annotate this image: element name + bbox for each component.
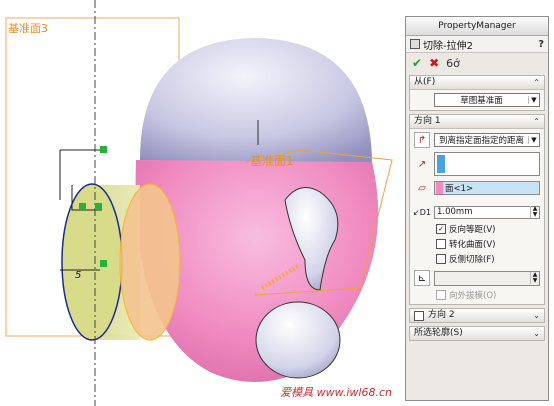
preview-ellipse bbox=[119, 183, 181, 341]
end-condition-select[interactable]: 到离指定面指定的距离 ▼ bbox=[434, 133, 540, 147]
direction2-group: 方向 2 ⌄ bbox=[409, 308, 545, 323]
direction-selection-box[interactable] bbox=[434, 152, 540, 176]
direction1-group-header[interactable]: 方向 1 ⌃ bbox=[410, 115, 544, 129]
expand-chevron-icon[interactable]: ⌄ bbox=[533, 309, 540, 322]
preview-icon[interactable]: 6ớ bbox=[446, 57, 460, 70]
start-condition-select[interactable]: 草图基准面 ▼ bbox=[434, 93, 540, 107]
property-manager-title: PropertyManager bbox=[406, 17, 548, 36]
checkbox-box[interactable] bbox=[436, 239, 446, 249]
feature-header: 切除-拉伸2 ? bbox=[406, 36, 548, 53]
checkbox-box[interactable] bbox=[436, 254, 446, 264]
constraint-marker bbox=[100, 146, 107, 153]
checkbox-draft-outward: 向外拔模(O) bbox=[414, 289, 540, 301]
cancel-icon[interactable]: ✖ bbox=[429, 56, 439, 70]
checkbox-translate-surface[interactable]: 转化曲面(V) bbox=[414, 238, 540, 250]
direction-vector-icon: ↗ bbox=[417, 158, 427, 170]
checkbox-reverse-offset[interactable]: ✓ 反向等距(V) bbox=[414, 223, 540, 235]
from-group-header[interactable]: 从(F) ⌃ bbox=[410, 76, 544, 90]
model-render bbox=[5, 0, 393, 406]
plane1-label: 基准面1 bbox=[250, 154, 294, 168]
graphics-viewport[interactable]: 基准面3 基准面1 5 爱模具 www.iwl68.cn bbox=[0, 0, 405, 406]
watermark: 爱模具 www.iwl68.cn bbox=[280, 386, 392, 399]
reverse-direction-icon[interactable]: ↱ bbox=[414, 132, 430, 148]
plane3-label: 基准面3 bbox=[8, 22, 48, 35]
chevron-down-icon[interactable]: ▼ bbox=[528, 96, 539, 104]
checkbox-flip-side-to-cut[interactable]: 反侧切除(F) bbox=[414, 253, 540, 265]
direction2-checkbox[interactable] bbox=[414, 311, 424, 321]
ok-icon[interactable]: ✔ bbox=[412, 56, 422, 70]
direction1-group: 方向 1 ⌃ ↱ 到离指定面指定的距离 ▼ ↗ ▱ 面<1> ↙D1 1.00m… bbox=[409, 114, 545, 305]
expand-chevron-icon[interactable]: ⌄ bbox=[533, 327, 540, 340]
collapse-chevron-icon[interactable]: ⌃ bbox=[533, 76, 540, 89]
contours-group-header[interactable]: 所选轮廓(S) ⌄ bbox=[410, 327, 544, 340]
spinner-arrows-icon[interactable]: ▲ ▼ bbox=[530, 206, 539, 218]
face-selection-box[interactable]: 面<1> bbox=[434, 181, 540, 195]
spinner-arrows-icon: ▲ ▼ bbox=[530, 272, 539, 284]
constraint-marker bbox=[100, 260, 107, 267]
model-top-cap bbox=[140, 38, 372, 165]
offset-distance-icon: ↙D1 bbox=[413, 207, 431, 217]
cut-extrude-icon bbox=[410, 39, 420, 49]
feature-name: 切除-拉伸2 bbox=[423, 40, 473, 52]
model-bump-lower bbox=[255, 301, 341, 379]
chevron-down-icon[interactable]: ▼ bbox=[528, 136, 539, 144]
checkbox-box[interactable]: ✓ bbox=[436, 224, 446, 234]
contours-group: 所选轮廓(S) ⌄ bbox=[409, 326, 545, 341]
from-group: 从(F) ⌃ 草图基准面 ▼ bbox=[409, 75, 545, 111]
draft-angle-input: ▲ ▼ bbox=[434, 270, 540, 286]
constraint-marker bbox=[79, 203, 86, 210]
face-color-swatch bbox=[436, 182, 443, 194]
selection-color-swatch bbox=[437, 155, 445, 173]
face-select-icon: ▱ bbox=[418, 182, 426, 194]
collapse-chevron-icon[interactable]: ⌃ bbox=[533, 115, 540, 128]
direction2-group-header[interactable]: 方向 2 ⌄ bbox=[410, 309, 544, 322]
checkbox-box bbox=[436, 290, 446, 300]
help-icon[interactable]: ? bbox=[538, 39, 544, 50]
sketch-ellipse bbox=[61, 183, 123, 341]
property-manager-panel: PropertyManager 切除-拉伸2 ? ✔ ✖ 6ớ 从(F) ⌃ 草… bbox=[405, 16, 549, 401]
dimension-label[interactable]: 5 bbox=[75, 270, 81, 281]
constraint-marker bbox=[95, 203, 102, 210]
offset-distance-input[interactable]: 1.00mm ▲ ▼ bbox=[434, 205, 540, 219]
draft-icon[interactable]: ⊾ bbox=[414, 270, 430, 286]
action-bar: ✔ ✖ 6ớ bbox=[406, 53, 548, 73]
